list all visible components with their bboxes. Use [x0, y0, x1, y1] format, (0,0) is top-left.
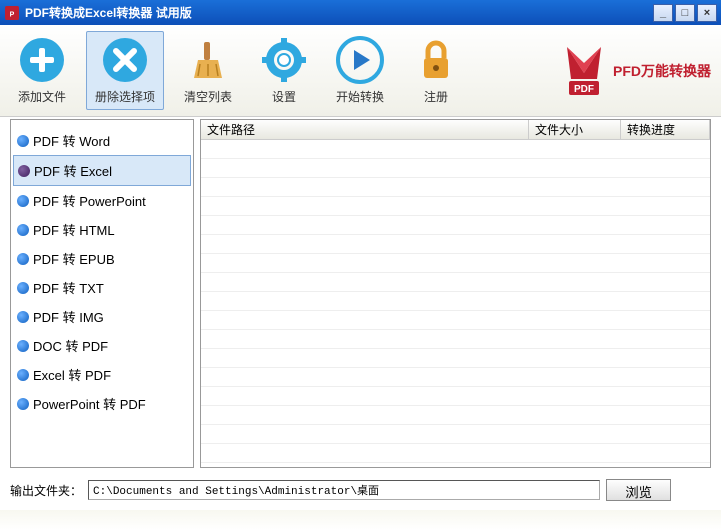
sidebar-item-6[interactable]: PDF 转 IMG [13, 302, 191, 331]
browse-button[interactable]: 浏览 [606, 479, 671, 501]
lock-icon [412, 36, 460, 84]
sidebar: PDF 转 Word PDF 转 Excel PDF 转 PowerPoint PDF… [10, 119, 194, 468]
footer-area [0, 510, 721, 530]
bullet-icon [17, 340, 29, 352]
svg-text:PDF: PDF [574, 84, 594, 95]
bullet-icon [18, 165, 30, 177]
sidebar-item-0[interactable]: PDF 转 Word [13, 126, 191, 155]
table-row [201, 140, 710, 159]
table-row [201, 330, 710, 349]
table-body [201, 140, 710, 467]
bullet-icon [17, 224, 29, 236]
bullet-icon [17, 253, 29, 265]
maximize-button[interactable]: □ [675, 4, 695, 22]
sidebar-item-8[interactable]: Excel 转 PDF [13, 360, 191, 389]
sidebar-item-label: PowerPoint 转 PDF [33, 394, 146, 413]
sidebar-item-label: PDF 转 HTML [33, 220, 115, 239]
main-area: PDF 转 Word PDF 转 Excel PDF 转 PowerPoint PDF… [0, 117, 721, 470]
table-row [201, 444, 710, 463]
table-row [201, 273, 710, 292]
sidebar-item-label: PDF 转 EPUB [33, 249, 115, 268]
remove-selected-button[interactable]: 册除选择项 [86, 31, 164, 110]
bullet-icon [17, 311, 29, 323]
sidebar-item-9[interactable]: PowerPoint 转 PDF [13, 389, 191, 418]
sidebar-item-label: DOC 转 PDF [33, 336, 108, 355]
output-bar: 输出文件夹： 浏览 [0, 470, 721, 510]
table-row [201, 159, 710, 178]
bullet-icon [17, 369, 29, 381]
close-button[interactable]: × [697, 4, 717, 22]
minimize-button[interactable]: _ [653, 4, 673, 22]
col-path[interactable]: 文件路径 [201, 120, 529, 139]
sidebar-item-1[interactable]: PDF 转 Excel [13, 155, 191, 186]
x-icon [101, 36, 149, 84]
table-row [201, 387, 710, 406]
clear-list-button[interactable]: 清空列表 [176, 32, 240, 109]
table-row [201, 368, 710, 387]
sidebar-item-label: PDF 转 TXT [33, 278, 104, 297]
sidebar-item-label: PDF 转 IMG [33, 307, 104, 326]
output-folder-input[interactable] [88, 480, 600, 500]
table-row [201, 425, 710, 444]
svg-text:P: P [10, 11, 15, 18]
output-label: 输出文件夹： [10, 482, 82, 499]
sidebar-item-2[interactable]: PDF 转 PowerPoint [13, 186, 191, 215]
settings-label: 设置 [272, 88, 296, 105]
file-table: 文件路径 文件大小 转换进度 [200, 119, 711, 468]
sidebar-item-label: Excel 转 PDF [33, 365, 111, 384]
table-row [201, 311, 710, 330]
settings-button[interactable]: 设置 [252, 32, 316, 109]
start-label: 开始转换 [336, 88, 384, 105]
pdf-logo-icon: PDF [561, 43, 607, 99]
table-row [201, 254, 710, 273]
app-icon: P [4, 5, 20, 21]
start-convert-button[interactable]: 开始转换 [328, 32, 392, 109]
table-row [201, 216, 710, 235]
sidebar-item-4[interactable]: PDF 转 EPUB [13, 244, 191, 273]
sidebar-item-label: PDF 转 PowerPoint [33, 191, 146, 210]
col-size[interactable]: 文件大小 [529, 120, 621, 139]
table-row [201, 235, 710, 254]
toolbar: 添加文件 册除选择项 清空列表 设置 开始转换 注册 [0, 25, 721, 117]
table-row [201, 349, 710, 368]
table-row [201, 197, 710, 216]
table-header: 文件路径 文件大小 转换进度 [201, 120, 710, 140]
table-row [201, 178, 710, 197]
bullet-icon [17, 398, 29, 410]
clear-label: 清空列表 [184, 88, 232, 105]
bullet-icon [17, 135, 29, 147]
gear-icon [260, 36, 308, 84]
sidebar-item-label: PDF 转 Word [33, 131, 110, 150]
add-file-button[interactable]: 添加文件 [10, 32, 74, 109]
table-row [201, 292, 710, 311]
bullet-icon [17, 282, 29, 294]
sidebar-item-5[interactable]: PDF 转 TXT [13, 273, 191, 302]
sidebar-item-7[interactable]: DOC 转 PDF [13, 331, 191, 360]
logo-text: PFD万能转换器 [613, 61, 711, 81]
window-title: PDF转换成Excel转换器 试用版 [25, 4, 653, 21]
sidebar-item-label: PDF 转 Excel [34, 161, 112, 180]
play-icon [336, 36, 384, 84]
register-label: 注册 [424, 88, 448, 105]
bullet-icon [17, 195, 29, 207]
logo-block: PDF PFD万能转换器 [561, 43, 711, 99]
sidebar-item-3[interactable]: PDF 转 HTML [13, 215, 191, 244]
titlebar: P PDF转换成Excel转换器 试用版 _ □ × [0, 0, 721, 25]
table-row [201, 406, 710, 425]
remove-label: 册除选择项 [95, 88, 155, 105]
add-label: 添加文件 [18, 88, 66, 105]
col-progress[interactable]: 转换进度 [621, 120, 710, 139]
broom-icon [184, 36, 232, 84]
register-button[interactable]: 注册 [404, 32, 468, 109]
plus-icon [18, 36, 66, 84]
